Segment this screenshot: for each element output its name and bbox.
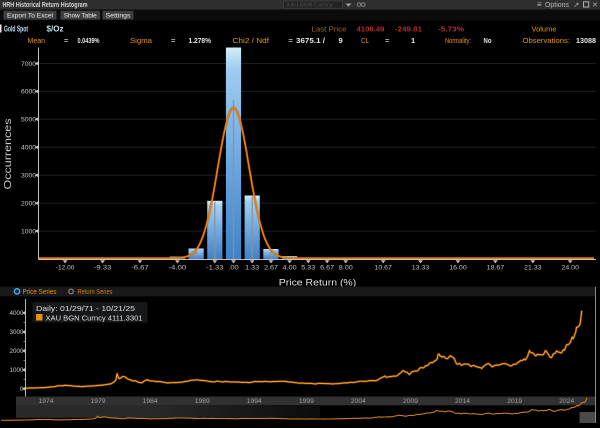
svg-text:.00: .00 (228, 265, 239, 272)
svg-text:Chi2 / Ndf: Chi2 / Ndf (233, 36, 270, 45)
svg-text:4.00: 4.00 (283, 265, 297, 272)
svg-text:Gold Spot: Gold Spot (4, 25, 28, 34)
svg-text:XAU BGN Curncy 4111.3301: XAU BGN Curncy 4111.3301 (46, 314, 143, 323)
svg-text:16.00: 16.00 (449, 265, 467, 272)
svg-text:24.00: 24.00 (561, 265, 579, 272)
svg-text:Volume: Volume (532, 25, 557, 34)
svg-text:Settings: Settings (106, 12, 132, 19)
svg-text:18.67: 18.67 (487, 265, 505, 272)
svg-text:Normality:: Normality: (445, 36, 471, 45)
svg-text:5.33: 5.33 (301, 265, 315, 272)
svg-text:-6.67: -6.67 (131, 265, 149, 272)
svg-text:9: 9 (339, 36, 343, 45)
svg-text:-5.73%: -5.73% (438, 25, 464, 34)
svg-text:0.0439%: 0.0439% (78, 36, 100, 45)
svg-text:21.33: 21.33 (524, 265, 542, 272)
svg-text:1: 1 (411, 36, 415, 45)
svg-text:4000: 4000 (10, 310, 24, 317)
svg-text:Daily: 01/29/71 - 10/21/25: Daily: 01/29/71 - 10/21/25 (36, 304, 135, 313)
svg-text:Sigma: Sigma (130, 36, 153, 45)
svg-text:$/Oz: $/Oz (47, 25, 64, 34)
svg-text:4106.49: 4106.49 (357, 25, 385, 34)
svg-text:Options: Options (545, 0, 569, 9)
svg-text:Price Series: Price Series (23, 287, 57, 296)
svg-text:3675.1 /: 3675.1 / (296, 36, 326, 45)
svg-text:1999: 1999 (299, 398, 314, 405)
svg-text:2024: 2024 (559, 398, 574, 405)
svg-text:2000: 2000 (21, 200, 36, 207)
svg-text:1000: 1000 (21, 228, 36, 235)
svg-text:1.33: 1.33 (245, 265, 259, 272)
svg-text:-1.33: -1.33 (206, 265, 224, 272)
svg-text:2004: 2004 (351, 398, 366, 405)
svg-text:8.00: 8.00 (339, 265, 353, 272)
svg-text:1979: 1979 (91, 398, 106, 405)
svg-text:6000: 6000 (21, 89, 36, 96)
svg-text:XAU BGN Curncy: XAU BGN Curncy (287, 3, 333, 9)
svg-text:No: No (484, 36, 492, 45)
svg-text:2009: 2009 (403, 398, 418, 405)
svg-text:-4.00: -4.00 (169, 265, 187, 272)
svg-text:Occurrences: Occurrences (3, 119, 14, 190)
svg-text:1989: 1989 (195, 398, 210, 405)
svg-text:=: = (385, 36, 390, 45)
svg-text:1974: 1974 (39, 398, 54, 405)
svg-text:=: = (289, 36, 294, 45)
svg-text:1984: 1984 (143, 398, 158, 405)
svg-text:13088: 13088 (576, 36, 596, 45)
svg-text:2014: 2014 (455, 398, 470, 405)
svg-text:5000: 5000 (21, 117, 36, 124)
svg-text:10.67: 10.67 (374, 265, 392, 272)
svg-text:7000: 7000 (21, 61, 36, 68)
svg-text:Last Price: Last Price (312, 25, 347, 34)
svg-text:6.67: 6.67 (320, 265, 334, 272)
svg-text:✕: ✕ (592, 2, 598, 9)
svg-text:↗: ↗ (574, 2, 580, 9)
svg-text:3000: 3000 (10, 329, 24, 336)
svg-text:4000: 4000 (21, 145, 36, 152)
svg-text:1.278%: 1.278% (189, 36, 212, 45)
svg-text:2000: 2000 (10, 348, 24, 355)
svg-text:=: = (64, 36, 69, 45)
svg-text:-9.33: -9.33 (94, 265, 112, 272)
svg-text:Mean: Mean (28, 36, 46, 45)
svg-text:-249.81: -249.81 (395, 25, 422, 34)
svg-text:1000: 1000 (10, 367, 24, 374)
svg-text:2019: 2019 (507, 398, 522, 405)
svg-text:=: = (171, 36, 176, 45)
svg-text:Return Series: Return Series (78, 287, 113, 296)
svg-text:CL: CL (361, 36, 369, 45)
svg-text:13.33: 13.33 (412, 265, 430, 272)
svg-text:Export To Excel: Export To Excel (7, 12, 54, 19)
svg-text:1994: 1994 (247, 398, 262, 405)
svg-text:3000: 3000 (21, 173, 36, 180)
svg-text:-12.00: -12.00 (56, 265, 75, 272)
svg-text:2.67: 2.67 (264, 265, 278, 272)
svg-text:Show Table: Show Table (64, 12, 97, 19)
svg-text:≡: ≡ (537, 0, 542, 9)
svg-text:HRH Historical Return Histogra: HRH Historical Return Histogram (3, 0, 88, 9)
svg-text:Observations:: Observations: (523, 36, 571, 45)
svg-text:Price Return (%): Price Return (%) (279, 277, 357, 287)
